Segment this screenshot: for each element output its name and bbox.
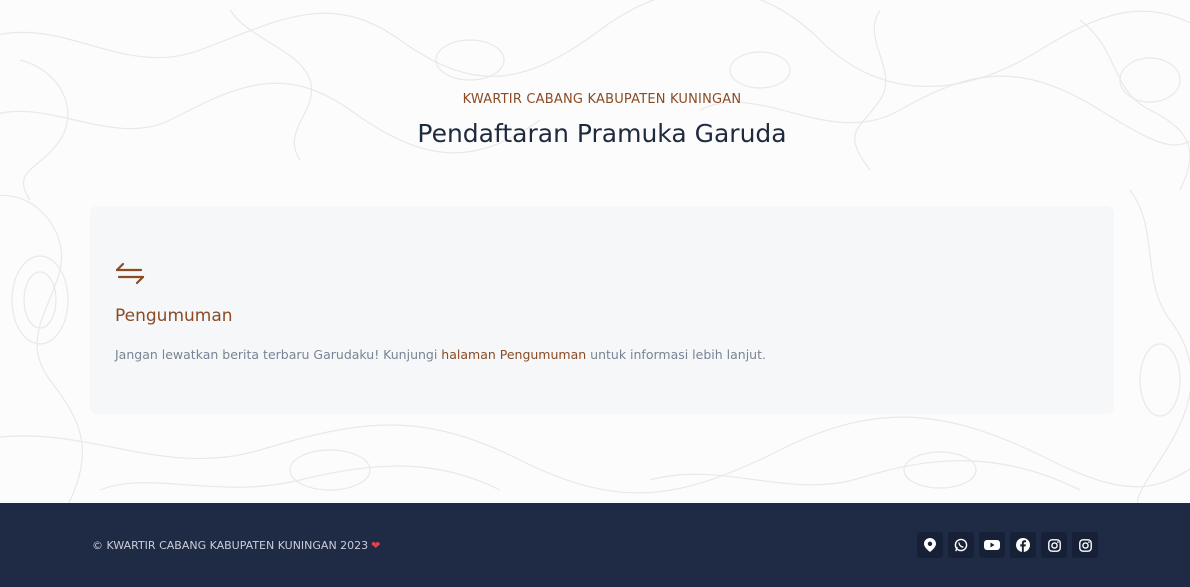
heart-icon: ❤ — [371, 539, 381, 552]
map-pin-icon — [924, 538, 936, 552]
hero-section: KWARTIR CABANG KABUPATEN KUNINGAN Pendaf… — [0, 0, 1190, 503]
social-links — [917, 532, 1098, 558]
whatsapp-icon — [954, 538, 968, 552]
instagram-button[interactable] — [1041, 532, 1067, 558]
announcement-text-after: untuk informasi lebih lanjut. — [586, 347, 766, 362]
announcement-card: Pengumuman Jangan lewatkan berita terbar… — [91, 207, 1113, 413]
arrows-exchange-icon — [115, 262, 145, 285]
page-title: Pendaftaran Pramuka Garuda — [417, 119, 787, 148]
org-subtitle: KWARTIR CABANG KABUPATEN KUNINGAN — [462, 92, 742, 107]
footer: © KWARTIR CABANG KABUPATEN KUNINGAN 2023… — [0, 503, 1190, 587]
whatsapp-button[interactable] — [948, 532, 974, 558]
map-pin-button[interactable] — [917, 532, 943, 558]
announcement-text-before: Jangan lewatkan berita terbaru Garudaku!… — [115, 347, 442, 362]
copyright: © KWARTIR CABANG KABUPATEN KUNINGAN 2023… — [92, 539, 380, 552]
announcement-text: Jangan lewatkan berita terbaru Garudaku!… — [115, 347, 766, 362]
announcement-heading: Pengumuman — [115, 306, 233, 326]
facebook-button[interactable] — [1010, 532, 1036, 558]
announcement-link[interactable]: halaman Pengumuman — [441, 347, 586, 362]
copyright-text: © KWARTIR CABANG KABUPATEN KUNINGAN 2023 — [92, 539, 369, 552]
instagram-icon — [1047, 538, 1061, 552]
facebook-icon — [1016, 538, 1030, 552]
instagram-button-2[interactable] — [1072, 532, 1098, 558]
youtube-button[interactable] — [979, 532, 1005, 558]
instagram-icon — [1078, 538, 1092, 552]
youtube-icon — [984, 539, 1000, 551]
